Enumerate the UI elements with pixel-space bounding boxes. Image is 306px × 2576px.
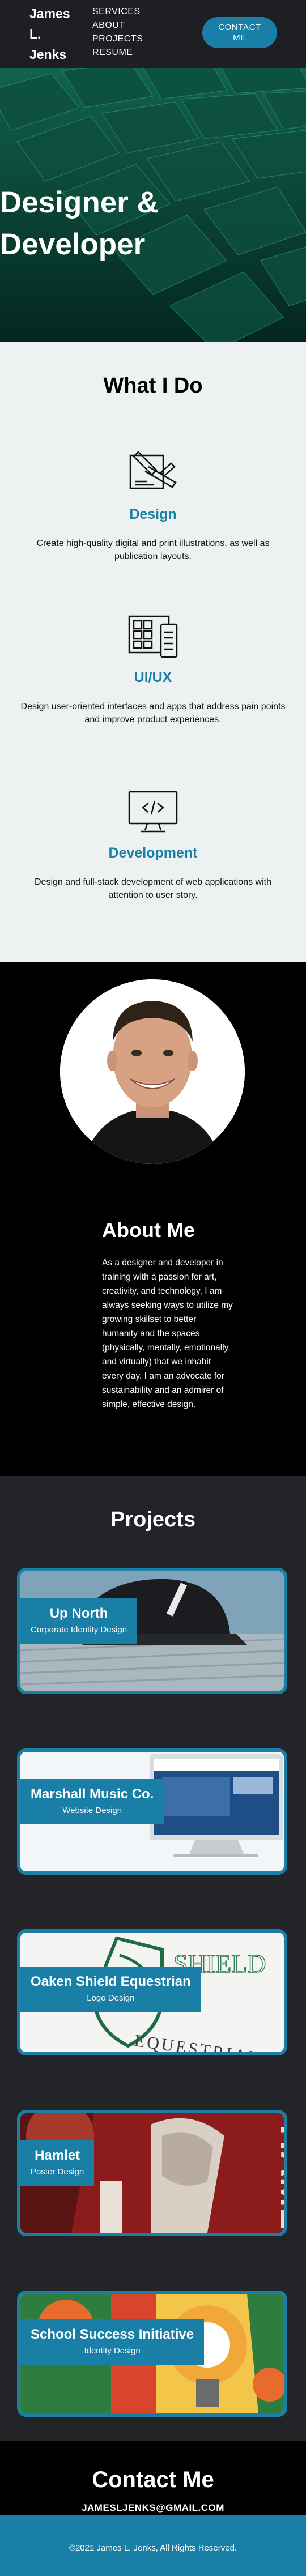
nav-link-resume[interactable]: RESUME <box>92 46 143 59</box>
project-label: Oaken Shield Equestrian Logo Design <box>20 1967 201 2012</box>
contact-email-link[interactable]: JAMESLJENKS@GMAIL.COM <box>0 2502 306 2514</box>
project-label: Hamlet Poster Design <box>20 2140 95 2186</box>
about-body: As a designer and developer in training … <box>102 1258 233 1409</box>
code-monitor-icon <box>128 791 178 833</box>
projects-heading: Projects <box>110 1508 196 1532</box>
footer: ©2021 James L. Jenks, All Rights Reserve… <box>0 2515 306 2576</box>
service-description: Create high-quality digital and print il… <box>36 539 270 561</box>
avatar <box>60 979 245 1164</box>
service-title: Development <box>108 845 198 861</box>
project-card-hamlet[interactable]: HAMLET Hamlet Poster Design <box>17 2110 287 2236</box>
project-label: School Success Initiative Identity Desig… <box>20 2319 205 2365</box>
service-description: Design and full-stack development of web… <box>34 877 271 900</box>
project-title: School Success Initiative <box>31 2327 194 2342</box>
services-section: What I Do Design Create high-quality dig… <box>0 342 306 962</box>
nav-links: SERVICES ABOUT PROJECTS RESUME <box>92 5 143 59</box>
service-title: UI/UX <box>134 669 172 685</box>
footer-copyright: ©2021 James L. Jenks, All Rights Reserve… <box>69 2543 237 2553</box>
project-card-oaken-shield[interactable]: SHIELD EQUESTRIAN Oaken Shield Equestria… <box>17 1929 287 2055</box>
project-title: Marshall Music Co. <box>31 1786 154 1802</box>
hero-title-line-1: Designer & <box>0 186 159 219</box>
hero-title: Designer & Developer <box>0 182 159 266</box>
hamlet-poster-text: HAMLET <box>273 2125 284 2233</box>
project-label: Marshall Music Co. Website Design <box>20 1779 164 1824</box>
hero-title-line-2: Developer <box>0 228 146 261</box>
project-title: Up North <box>49 1606 108 1621</box>
brand-line-3: Jenks <box>29 47 67 62</box>
contact-me-button[interactable]: CONTACT ME <box>202 17 277 48</box>
service-description: Design user-oriented interfaces and apps… <box>20 702 286 724</box>
project-label: Up North Corporate Identity Design <box>20 1598 138 1644</box>
projects-section: Projects Up North Corporate Identity Des… <box>0 1476 306 2441</box>
project-subtitle: Identity Design <box>84 2346 141 2356</box>
project-card-marshall-music[interactable]: Marshall Music Co. Website Design <box>17 1748 287 1875</box>
project-title: Hamlet <box>35 2148 80 2163</box>
hero-section: Designer & Developer <box>0 68 306 342</box>
contact-section: Contact Me JAMESLJENKS@GMAIL.COM <box>0 2441 306 2515</box>
nav-link-projects[interactable]: PROJECTS <box>92 32 143 46</box>
service-title: Design <box>129 506 177 522</box>
project-subtitle: Poster Design <box>31 2167 84 2177</box>
project-card-up-north[interactable]: Up North Corporate Identity Design <box>17 1568 287 1694</box>
contact-heading: Contact Me <box>92 2467 214 2492</box>
top-nav: James L. Jenks SERVICES ABOUT PROJECTS R… <box>0 0 306 68</box>
project-card-school-success[interactable]: School Success Initiative Identity Desig… <box>17 2291 287 2417</box>
nav-link-about[interactable]: ABOUT <box>92 19 143 32</box>
brand-logo[interactable]: James L. Jenks <box>29 3 70 65</box>
project-subtitle: Website Design <box>62 1806 122 1815</box>
design-tools-icon <box>129 451 177 489</box>
project-subtitle: Logo Design <box>87 1993 135 2003</box>
about-section: About Me As a designer and developer in … <box>0 962 306 1476</box>
brand-line-1: James <box>29 6 70 21</box>
nav-link-services[interactable]: SERVICES <box>92 5 143 19</box>
portrait-photo <box>60 979 245 1164</box>
project-title: Oaken Shield Equestrian <box>31 1974 191 1989</box>
interface-layout-icon <box>128 615 178 658</box>
project-subtitle: Corporate Identity Design <box>31 1625 128 1635</box>
services-heading: What I Do <box>103 374 203 398</box>
about-heading: About Me <box>102 1218 195 1242</box>
brand-line-2: L. <box>29 27 41 41</box>
